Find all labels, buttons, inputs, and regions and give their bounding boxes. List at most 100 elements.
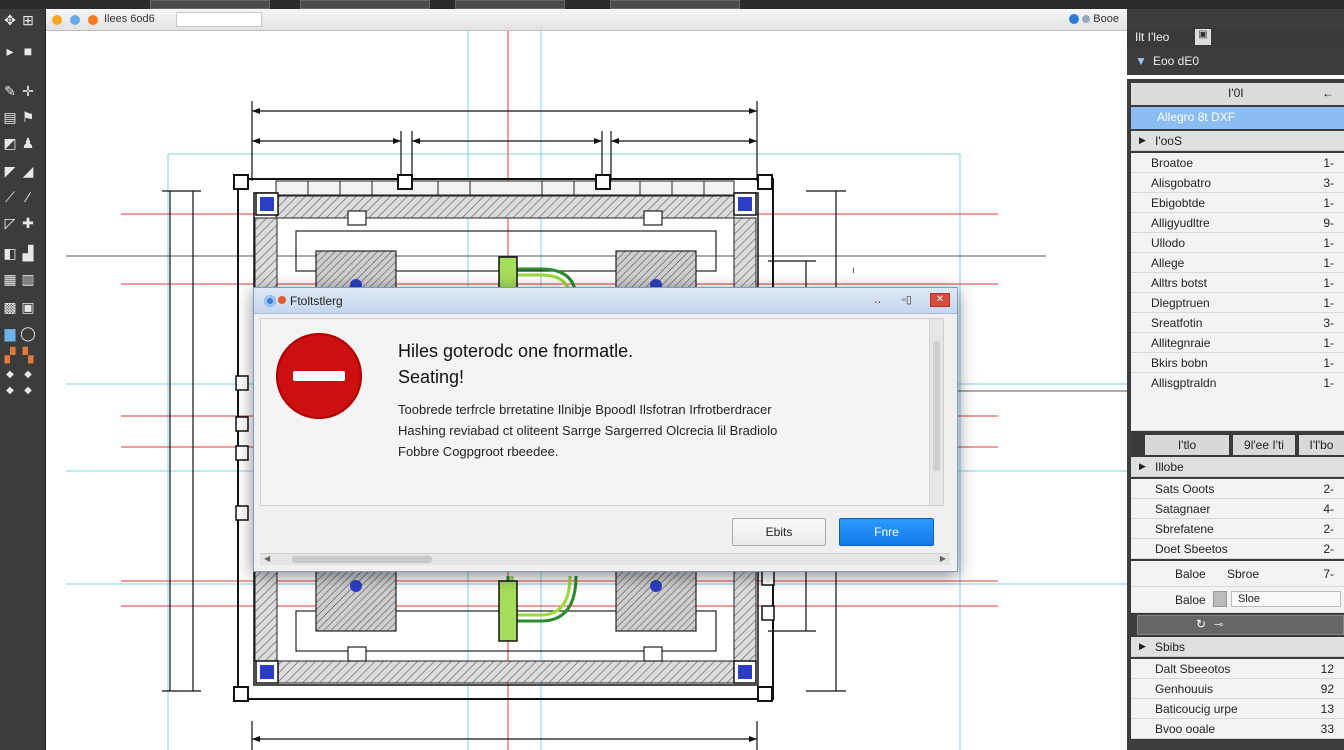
layer-row[interactable]: Allitegnraie 1- [1131, 333, 1344, 353]
prop-row[interactable]: Sbrefatene 2- [1131, 519, 1344, 539]
close-dot-icon[interactable] [88, 15, 98, 25]
section-label: I'ooS [1155, 134, 1182, 148]
stat-value: 12 [1320, 662, 1334, 676]
dialog-title-bar[interactable]: Ftoltstlerg ‥ ▫▯ ✕ [254, 288, 957, 314]
puzzle-icon[interactable]: ✚ [20, 215, 36, 231]
line-icon[interactable]: ∕ [20, 189, 36, 205]
stat-row[interactable]: Genhouuis 92 [1131, 679, 1344, 699]
arrow-right-icon[interactable]: ◆ ◆ [20, 367, 36, 396]
image-icon[interactable]: ▆ [2, 325, 18, 341]
layer-label: Alisgobatro [1151, 176, 1212, 190]
scrollbar-thumb[interactable] [292, 556, 432, 563]
curve-icon[interactable]: ◢ [20, 163, 36, 179]
page-icon[interactable]: ▤ [2, 109, 18, 125]
prop-value: 4- [1323, 502, 1334, 516]
slider-handle-icon[interactable]: ↻ [1196, 617, 1206, 631]
minimize-dot-icon[interactable] [52, 15, 62, 25]
layer-row[interactable]: Dlegptruen 1- [1131, 293, 1344, 313]
stat-value: 13 [1320, 702, 1334, 716]
layer-row[interactable]: Ullodo 1- [1131, 233, 1344, 253]
pen-icon[interactable]: ✎ [2, 83, 18, 99]
layer-row[interactable]: Allege 1- [1131, 253, 1344, 273]
top-tab[interactable] [150, 0, 270, 9]
stat-row[interactable]: Bvoo ooale 33 [1131, 719, 1344, 739]
layer-row[interactable]: Alisgobatro 3- [1131, 173, 1344, 193]
prop-label: Baloe [1175, 593, 1206, 607]
flag-icon[interactable]: ⚑ [20, 109, 36, 125]
prop-row[interactable]: Baloe Sbroe 7- [1131, 561, 1344, 587]
color-swatch[interactable] [1213, 591, 1227, 607]
stats-section-header[interactable]: ▶ Sbibs [1131, 637, 1344, 657]
layer-row[interactable]: Broatoe 1- [1131, 153, 1344, 173]
close-icon[interactable]: ✕ [930, 293, 950, 307]
prop-label: Satagnaer [1155, 502, 1211, 516]
layer-value: 1- [1323, 236, 1334, 250]
layer-label: Bkirs bobn [1151, 356, 1208, 370]
minimize-icon[interactable]: ‥ [874, 293, 881, 306]
frame-icon[interactable]: ▣ [20, 299, 36, 315]
stat-label: Bvoo ooale [1155, 722, 1216, 736]
top-tab[interactable] [610, 0, 740, 9]
panel-tab[interactable]: I'0I ← [1131, 83, 1344, 105]
dialog-vertical-scrollbar[interactable] [929, 319, 943, 505]
stat-row[interactable]: Dalt Sbeeotos 12 [1131, 659, 1344, 679]
brush-icon[interactable]: ◤ [2, 163, 18, 179]
panel-tab-3[interactable]: I'l'bo [1299, 435, 1344, 455]
selected-layer-row[interactable]: Allegro 8t DXF [1131, 107, 1344, 129]
scroll-right-icon[interactable]: ▶ [940, 554, 946, 563]
stat-row[interactable]: Baticoucig urpe 13 [1131, 699, 1344, 719]
top-tab[interactable] [300, 0, 430, 9]
layer-section-header[interactable]: ▶ I'ooS [1131, 131, 1344, 151]
prop-field[interactable]: Sloe [1231, 591, 1341, 607]
props-section-header[interactable]: ▶ Illobe [1131, 457, 1344, 477]
maximize-icon[interactable]: ▫▯ [902, 293, 912, 306]
panel-tab-2[interactable]: 9l'ee I'ti [1233, 435, 1295, 455]
cancel-button[interactable]: Ebits [732, 518, 826, 546]
pointer-icon[interactable]: ▸ [2, 43, 18, 59]
rectangle-icon[interactable]: ■ [20, 43, 36, 59]
dialog-horizontal-scrollbar[interactable]: ◀ ▶ [260, 553, 950, 565]
layer-row[interactable]: Sreatfotin 3- [1131, 313, 1344, 333]
layer-row[interactable]: Alltrs botst 1- [1131, 273, 1344, 293]
eyedropper-icon[interactable]: ⟋ [2, 189, 18, 205]
layers-icon[interactable]: ⊞ [20, 12, 36, 28]
prop-row[interactable]: Sats Ooots 2- [1131, 479, 1344, 499]
dialog-subheading: Seating! [398, 367, 465, 387]
prop-value: 2- [1323, 482, 1334, 496]
document-status-text: Booe [1093, 13, 1119, 25]
panel-tab-1[interactable]: I'tlo [1145, 435, 1229, 455]
layer-row[interactable]: Alligyudltre 9- [1131, 213, 1344, 233]
stamp-icon[interactable]: ♟ [20, 135, 36, 151]
panel-image-icon[interactable]: ▣ [1195, 29, 1211, 45]
top-tab[interactable] [455, 0, 565, 9]
gradient-icon[interactable]: ◧ [2, 245, 18, 261]
document-tab-title[interactable]: Ilees 6od6 [104, 13, 155, 25]
layer-row[interactable]: Ebigobtde 1- [1131, 193, 1344, 213]
knife-icon[interactable]: ◸ [2, 215, 18, 231]
scroll-left-icon[interactable]: ◀ [264, 554, 270, 563]
swatch-icon[interactable]: ▞ [2, 347, 18, 363]
arrow-down-icon[interactable]: ◆ ◆ [2, 367, 18, 396]
prop-row[interactable]: Baloe Sloe [1131, 587, 1344, 613]
scrollbar-thumb[interactable] [933, 341, 940, 471]
ok-button[interactable]: Fnre [839, 518, 934, 546]
select-icon[interactable]: ✥ [2, 12, 18, 28]
move-icon[interactable]: ✛ [20, 83, 36, 99]
document-search-field[interactable] [176, 12, 262, 27]
table-icon[interactable]: ▥ [20, 271, 36, 287]
color-icon[interactable]: ▚ [20, 347, 36, 363]
layer-row[interactable]: Bkirs bobn 1- [1131, 353, 1344, 373]
chart-icon[interactable]: ▟ [20, 245, 36, 261]
app-icon [264, 295, 276, 307]
lasso-icon[interactable]: ◯ [20, 325, 36, 341]
layer-label: Ullodo [1151, 236, 1186, 250]
prop-row[interactable]: Doet Sbeetos 2- [1131, 539, 1344, 559]
prop-row[interactable]: Satagnaer 4- [1131, 499, 1344, 519]
zoom-dot-icon[interactable] [70, 15, 80, 25]
bucket-icon[interactable]: ◩ [2, 135, 18, 151]
panel-slider[interactable]: ↻ ⊸ [1137, 615, 1344, 635]
collapse-icon[interactable]: ← [1322, 86, 1334, 100]
grid-icon[interactable]: ▦ [2, 271, 18, 287]
layer-row[interactable]: Allisgptraldn 1- [1131, 373, 1344, 431]
mesh-icon[interactable]: ▩ [2, 299, 18, 315]
